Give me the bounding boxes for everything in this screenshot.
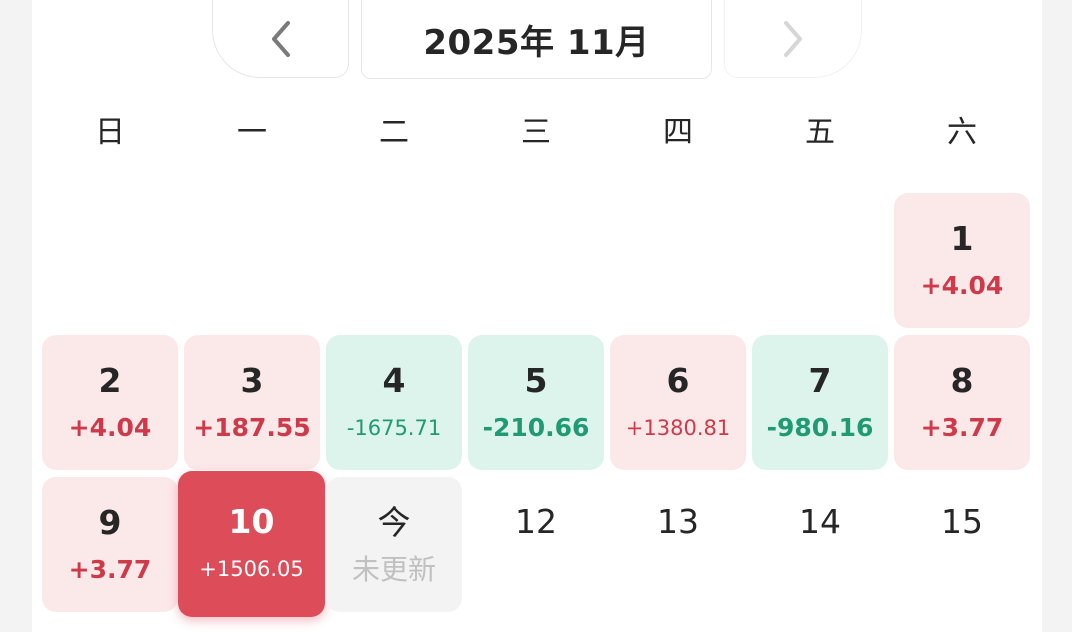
day-pnl: +3.77 [68, 554, 152, 584]
day-number: 2 [98, 360, 122, 400]
day-number: 9 [98, 502, 122, 542]
day-number: 14 [799, 502, 841, 541]
weekday-mon: 一 [237, 115, 267, 150]
day-number: 7 [808, 360, 832, 400]
weekday-tue: 二 [379, 115, 409, 150]
calendar-panel: 2025年 11月 日 一 二 三 四 五 六 1 +4.04 2 +4.04 … [32, 0, 1042, 632]
calendar-day-12[interactable]: 12 [468, 477, 604, 567]
day-pnl: +4.04 [920, 270, 1004, 300]
day-pnl: +1380.81 [625, 415, 731, 440]
next-month-button[interactable] [724, 0, 862, 78]
prev-month-button[interactable] [212, 0, 349, 78]
calendar-day-8[interactable]: 8 +3.77 [894, 335, 1030, 470]
calendar-day-4[interactable]: 4 -1675.71 [326, 335, 462, 470]
day-number: 8 [950, 360, 974, 400]
weekday-fri: 五 [805, 115, 835, 150]
calendar-day-7[interactable]: 7 -980.16 [752, 335, 888, 470]
day-number: 6 [666, 360, 690, 400]
weekday-sat: 六 [947, 115, 977, 150]
day-pnl: +1506.05 [199, 557, 304, 581]
calendar-day-2[interactable]: 2 +4.04 [42, 335, 178, 470]
day-number: 1 [950, 218, 974, 258]
weekday-sun: 日 [95, 115, 125, 150]
day-number: 3 [240, 360, 264, 400]
weekday-thu: 四 [663, 115, 693, 150]
day-pnl: -210.66 [482, 412, 590, 442]
day-pnl: -980.16 [766, 412, 874, 442]
day-pnl: +4.04 [68, 412, 152, 442]
chevron-left-icon [271, 21, 290, 57]
day-pnl: +3.77 [920, 412, 1004, 442]
calendar-day-9[interactable]: 9 +3.77 [42, 477, 178, 612]
day-number: 5 [524, 360, 548, 400]
day-number: 4 [382, 360, 406, 400]
calendar-day-14[interactable]: 14 [752, 477, 888, 567]
weekday-wed: 三 [521, 115, 551, 150]
calendar-day-13[interactable]: 13 [610, 477, 746, 567]
weekday-header: 日 一 二 三 四 五 六 [42, 104, 1032, 154]
day-pnl: -1675.71 [346, 415, 442, 440]
month-title: 2025年 11月 [361, 0, 712, 79]
day-pnl: 未更新 [351, 552, 436, 586]
day-pnl: +187.55 [193, 412, 311, 442]
day-number: 15 [941, 502, 983, 541]
chevron-right-icon [784, 21, 802, 57]
day-number: 今 [377, 502, 411, 542]
calendar-day-3[interactable]: 3 +187.55 [184, 335, 320, 470]
calendar-day-6[interactable]: 6 +1380.81 [610, 335, 746, 470]
calendar-day-today[interactable]: 今 未更新 [326, 477, 462, 612]
calendar-day-15[interactable]: 15 [894, 477, 1030, 567]
calendar-day-10[interactable]: 10 +1506.05 [178, 471, 325, 617]
day-number: 12 [515, 502, 557, 541]
calendar-day-5[interactable]: 5 -210.66 [468, 335, 604, 470]
day-number: 10 [228, 502, 275, 541]
calendar-day-1[interactable]: 1 +4.04 [894, 193, 1030, 328]
day-number: 13 [657, 502, 699, 541]
